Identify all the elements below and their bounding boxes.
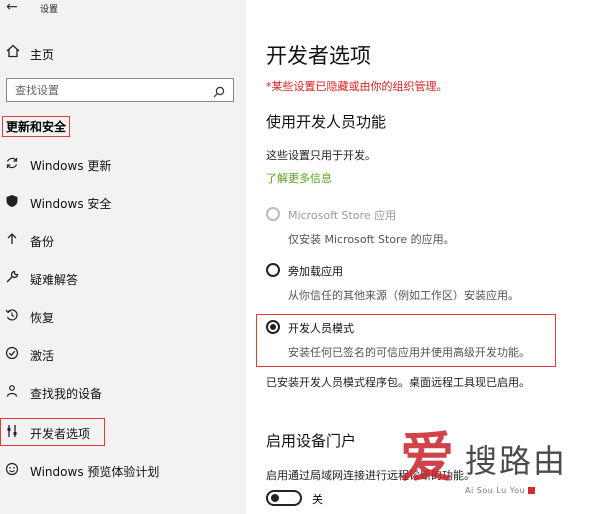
smiley-icon [4,462,20,478]
sidebar-item-recovery[interactable]: 恢复 [0,302,246,330]
radio-sideload-apps-desc: 从你信任的其他来源（例如工作区）安装应用。 [288,289,519,302]
title-bar: ← 设置 [0,0,246,18]
sidebar-item-label: 开发者选项 [30,427,91,441]
person-pin-icon [4,384,20,400]
installed-note: 已安装开发人员模式程序包。桌面远程工具现已启用。 [266,376,530,389]
sidebar-item-activation[interactable]: 激活 [0,340,246,368]
sidebar-item-label: Windows 预览体验计划 [30,465,160,479]
dev-features-title: 使用开发人员功能 [266,113,387,131]
device-portal-toggle[interactable] [266,490,302,506]
learn-more-link[interactable]: 了解更多信息 [266,170,332,186]
shield-icon [4,194,20,210]
sidebar-item-label: 恢复 [30,311,55,325]
sidebar-item-home[interactable]: 主页 [0,42,246,64]
main-content: 开发者选项 *某些设置已隐藏或由你的组织管理。 使用开发人员功能 这些设置只用于… [246,0,600,514]
backup-arrow-icon [4,232,20,248]
device-portal-toggle-label: 关 [312,493,323,506]
search-icon[interactable] [213,83,225,98]
wrench-icon [4,270,20,286]
section-header: 更新和安全 [2,116,71,137]
sidebar-item-label: 备份 [30,235,55,249]
search-input[interactable] [15,82,205,98]
sidebar-item-windows-security[interactable]: Windows 安全 [0,188,246,216]
radio-store-apps[interactable] [266,207,280,221]
radio-store-apps-label: Microsoft Store 应用 [288,209,397,222]
sidebar-item-developer-options[interactable]: 开发者选项 [0,418,246,446]
recovery-icon [4,308,20,324]
sync-icon [4,156,20,172]
dev-features-desc: 这些设置只用于开发。 [266,149,376,162]
sidebar: ← 设置 主页 更新和安全 Windows 更新 Windows 安全 备份 [0,0,246,514]
check-circle-icon [4,346,20,362]
radio-sideload-apps[interactable] [266,263,280,277]
search-box[interactable] [6,78,234,102]
back-arrow-icon[interactable]: ← [6,0,18,14]
sidebar-item-troubleshoot[interactable]: 疑难解答 [0,264,246,292]
radio-sideload-apps-label: 旁加载应用 [288,265,343,278]
sidebar-item-label: Windows 安全 [30,197,112,211]
radio-store-apps-desc: 仅安装 Microsoft Store 的应用。 [288,233,455,246]
developer-tools-icon [4,424,20,440]
sidebar-item-windows-update[interactable]: Windows 更新 [0,150,246,178]
managed-note: *某些设置已隐藏或由你的组织管理。 [266,80,448,93]
sidebar-item-label: 激活 [30,349,55,363]
radio-developer-mode-label: 开发人员模式 [288,322,354,335]
sidebar-item-label: 疑难解答 [30,273,79,287]
device-portal-title: 启用设备门户 [266,432,357,450]
sidebar-item-label: Windows 更新 [30,159,112,173]
device-portal-desc: 启用通过局域网连接进行远程诊断的功能。 [266,469,475,482]
radio-developer-mode[interactable] [266,320,280,334]
window-title: 设置 [40,5,59,15]
radio-developer-mode-desc: 安装任何已签名的可信应用并使用高级开发功能。 [288,346,530,359]
sidebar-item-label: 查找我的设备 [30,387,103,401]
page-title: 开发者选项 [266,44,371,68]
home-icon [6,44,20,62]
sidebar-item-backup[interactable]: 备份 [0,226,246,254]
sidebar-item-label: 主页 [30,48,55,62]
sidebar-item-find-my-device[interactable]: 查找我的设备 [0,378,246,406]
sidebar-item-insider-program[interactable]: Windows 预览体验计划 [0,456,246,484]
